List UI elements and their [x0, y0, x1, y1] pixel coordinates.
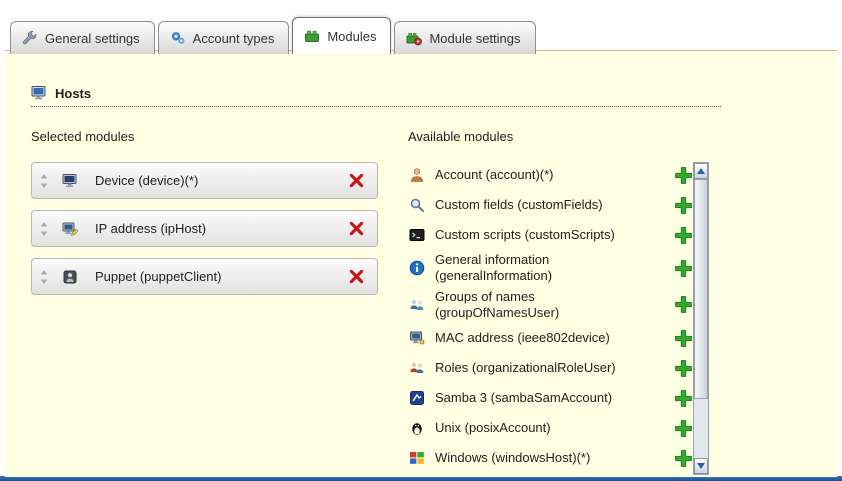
account-icon: [408, 167, 426, 183]
available-module-row: Windows (windowsHost)(*): [408, 445, 693, 471]
selected-module-label: IP address (ipHost): [95, 221, 206, 236]
available-module-row: Custom scripts (customScripts): [408, 222, 693, 248]
modules-panel: Hosts Selected modules Device (device)(*…: [5, 50, 837, 477]
green-plus-icon: [675, 330, 692, 347]
add-module-button[interactable]: [674, 196, 693, 215]
selected-module-row[interactable]: IP address (ipHost): [31, 210, 378, 247]
selected-module-label: Device (device)(*): [95, 173, 198, 188]
available-modules-heading: Available modules: [408, 129, 709, 144]
available-module-row: Roles (organizationalRoleUser): [408, 355, 693, 381]
scroll-up-button[interactable]: [694, 163, 708, 179]
red-x-icon: [348, 220, 365, 237]
remove-module-button[interactable]: [346, 218, 367, 239]
available-module-label: Custom scripts (customScripts): [435, 227, 661, 243]
available-module-row: Unix (posixAccount): [408, 415, 693, 441]
available-module-row: Samba 3 (sambaSamAccount): [408, 385, 693, 411]
wrench-icon: [22, 30, 38, 46]
network-computer-icon: [408, 330, 426, 346]
green-plus-icon: [675, 260, 692, 277]
green-plus-icon: [675, 450, 692, 467]
add-module-button[interactable]: [674, 166, 693, 185]
tab-label: Account types: [193, 31, 275, 46]
green-plus-icon: [675, 167, 692, 184]
scrollbar-thumb[interactable]: [694, 179, 708, 399]
available-module-row: MAC address (ieee802device): [408, 325, 693, 351]
terminal-icon: [408, 227, 426, 243]
green-plus-icon: [675, 197, 692, 214]
module-settings-icon: [406, 30, 422, 46]
available-modules-list: Account (account)(*) Custom fields (cust…: [408, 162, 693, 475]
add-module-button[interactable]: [674, 389, 693, 408]
drag-handle-icon[interactable]: [40, 222, 48, 236]
red-x-icon: [348, 268, 365, 285]
available-module-row: Account (account)(*): [408, 162, 693, 188]
tab-label: Module settings: [429, 31, 520, 46]
scroll-up-arrow-icon: [697, 168, 705, 174]
tab-account-types[interactable]: Account types: [158, 21, 290, 54]
scroll-down-arrow-icon: [697, 463, 705, 469]
tab-modules[interactable]: Modules: [292, 17, 391, 54]
available-modules-column: Available modules Account (account)(*): [408, 129, 709, 475]
tab-bar: General settings Account types Modules M…: [10, 17, 539, 54]
available-module-row: Custom fields (customFields): [408, 192, 693, 218]
tab-general-settings[interactable]: General settings: [10, 21, 155, 54]
samba-icon: [408, 390, 426, 406]
available-module-label: Windows (windowsHost)(*): [435, 450, 661, 466]
scrollbar[interactable]: [693, 162, 709, 475]
tux-penguin-icon: [408, 420, 426, 436]
ip-address-icon: [61, 221, 79, 237]
scroll-down-button[interactable]: [694, 458, 708, 474]
add-module-button[interactable]: [674, 295, 693, 314]
available-module-label: General information (generalInformation): [435, 252, 661, 285]
add-module-button[interactable]: [674, 259, 693, 278]
info-icon: [408, 260, 426, 276]
gears-icon: [170, 30, 186, 46]
add-module-button[interactable]: [674, 226, 693, 245]
available-module-label: Custom fields (customFields): [435, 197, 661, 213]
tab-module-settings[interactable]: Module settings: [394, 21, 535, 54]
tab-label: General settings: [45, 31, 140, 46]
available-module-label: Roles (organizationalRoleUser): [435, 360, 661, 376]
selected-module-label: Puppet (puppetClient): [95, 269, 221, 284]
tab-label: Modules: [327, 29, 376, 44]
selected-modules-column: Selected modules Device (device)(*): [31, 129, 378, 475]
green-plus-icon: [675, 227, 692, 244]
available-module-row: General information (generalInformation): [408, 252, 693, 285]
windows-icon: [408, 450, 426, 466]
remove-module-button[interactable]: [346, 170, 367, 191]
hosts-section-heading: Hosts: [31, 85, 721, 107]
green-plus-icon: [675, 360, 692, 377]
available-module-label: MAC address (ieee802device): [435, 330, 661, 346]
selected-modules-heading: Selected modules: [31, 129, 378, 144]
group-icon: [408, 297, 426, 313]
section-title: Hosts: [55, 86, 91, 101]
roles-icon: [408, 360, 426, 376]
green-plus-icon: [675, 390, 692, 407]
add-module-button[interactable]: [674, 419, 693, 438]
available-module-row: Groups of names (groupOfNamesUser): [408, 289, 693, 322]
available-module-label: Unix (posixAccount): [435, 420, 661, 436]
green-plus-icon: [675, 296, 692, 313]
magnifier-icon: [408, 197, 426, 213]
add-module-button[interactable]: [674, 359, 693, 378]
available-module-label: Account (account)(*): [435, 167, 661, 183]
available-module-label: Samba 3 (sambaSamAccount): [435, 390, 661, 406]
green-plus-icon: [675, 420, 692, 437]
modules-columns: Selected modules Device (device)(*): [31, 129, 837, 475]
drag-handle-icon[interactable]: [40, 270, 48, 284]
selected-module-row[interactable]: Puppet (puppetClient): [31, 258, 378, 295]
module-brick-icon: [304, 28, 320, 44]
selected-module-row[interactable]: Device (device)(*): [31, 162, 378, 199]
scrollbar-track[interactable]: [694, 399, 708, 458]
add-module-button[interactable]: [674, 449, 693, 468]
red-x-icon: [348, 172, 365, 189]
drag-handle-icon[interactable]: [40, 174, 48, 188]
available-module-label: Groups of names (groupOfNamesUser): [435, 289, 661, 322]
add-module-button[interactable]: [674, 329, 693, 348]
hosts-computer-icon: [31, 85, 47, 101]
puppet-icon: [61, 269, 79, 285]
device-icon: [61, 173, 79, 189]
remove-module-button[interactable]: [346, 266, 367, 287]
